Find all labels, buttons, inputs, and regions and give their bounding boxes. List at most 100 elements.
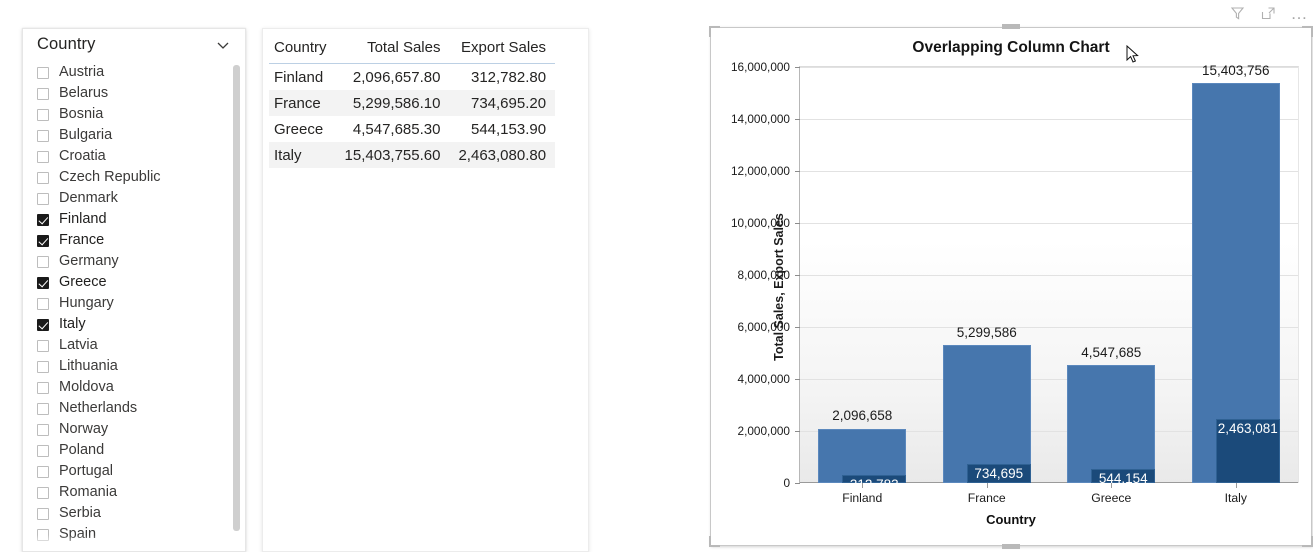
checkbox-checked-icon[interactable] xyxy=(37,234,49,247)
table-cell: 2,096,657.80 xyxy=(352,68,441,86)
app-root: Country Austria Belarus Bosnia Bulgaria Croa… xyxy=(0,0,1313,552)
y-axis-tick-label: 0 xyxy=(783,476,790,490)
checkbox-icon[interactable] xyxy=(37,339,49,352)
filter-funnel-icon[interactable] xyxy=(1229,5,1246,22)
more-options-icon[interactable]: … xyxy=(1291,5,1310,22)
table-cell: 544,153.90 xyxy=(470,120,547,138)
checkbox-icon[interactable] xyxy=(37,528,49,541)
slicer-item[interactable]: Austria xyxy=(37,62,245,83)
slicer-item[interactable]: Germany xyxy=(37,251,245,272)
table-cell: 312,782.80 xyxy=(470,68,547,86)
slicer-item[interactable]: Romania xyxy=(37,482,245,503)
checkbox-icon[interactable] xyxy=(37,423,49,436)
slicer-item[interactable]: Spain xyxy=(37,524,245,545)
visual-header-icons[interactable]: … xyxy=(1229,5,1310,22)
slicer-item[interactable]: Denmark xyxy=(37,188,245,209)
table-cell: France xyxy=(274,94,321,112)
table-cell: 4,547,685.30 xyxy=(352,120,441,138)
resize-handle-top[interactable] xyxy=(1002,24,1020,29)
slicer-item[interactable]: Serbia xyxy=(37,503,245,524)
slicer-item[interactable]: Finland xyxy=(37,209,245,230)
y-tick-mark xyxy=(795,483,800,484)
resize-handle-bottom[interactable] xyxy=(1002,544,1020,549)
checkbox-icon[interactable] xyxy=(37,255,49,268)
x-axis-category-label: France xyxy=(967,491,1006,505)
y-tick-mark xyxy=(795,327,800,328)
slicer-item[interactable]: Moldova xyxy=(37,377,245,398)
slicer-item[interactable]: Italy xyxy=(37,314,245,335)
slicer-item[interactable]: Greece xyxy=(37,272,245,293)
table-column-header[interactable]: Country xyxy=(269,37,336,64)
x-axis-category-label: Greece xyxy=(1091,491,1132,505)
table-column-header[interactable]: Export Sales xyxy=(449,37,556,64)
x-axis-title: Country xyxy=(986,512,1036,527)
x-axis-category-label: Finland xyxy=(842,491,883,505)
checkbox-icon[interactable] xyxy=(37,171,49,184)
sales-table-visual[interactable]: Country Total Sales Export Sales Finland 2,… xyxy=(262,28,589,552)
slicer-item-label: Italy xyxy=(59,316,86,332)
slicer-scrollbar-thumb[interactable] xyxy=(233,65,240,531)
checkbox-icon[interactable] xyxy=(37,360,49,373)
checkbox-icon[interactable] xyxy=(37,129,49,142)
slicer-item[interactable]: Portugal xyxy=(37,461,245,482)
slicer-item[interactable]: Lithuania xyxy=(37,356,245,377)
checkbox-icon[interactable] xyxy=(37,87,49,100)
chevron-down-icon[interactable] xyxy=(215,37,231,53)
checkbox-icon[interactable] xyxy=(37,486,49,499)
checkbox-checked-icon[interactable] xyxy=(37,213,49,226)
column-chart-visual[interactable]: Overlapping Column Chart 0 2,000,000 4,000… xyxy=(709,24,1313,549)
slicer-item[interactable]: France xyxy=(37,230,245,251)
y-axis-tick-label: 14,000,000 xyxy=(730,112,790,126)
slicer-item-label: Germany xyxy=(59,253,119,269)
resize-handle-bottom-left[interactable] xyxy=(709,536,720,547)
checkbox-icon[interactable] xyxy=(37,444,49,457)
slicer-item[interactable]: Sweden xyxy=(37,545,245,551)
slicer-item[interactable]: Latvia xyxy=(37,335,245,356)
checkbox-icon[interactable] xyxy=(37,465,49,478)
table-row[interactable]: Greece 4,547,685.30 544,153.90 xyxy=(269,116,555,142)
slicer-item-label: Austria xyxy=(59,64,105,80)
x-tick-mark xyxy=(1235,483,1237,488)
checkbox-icon[interactable] xyxy=(37,150,49,163)
table-cell: 2,463,080.80 xyxy=(458,146,547,164)
checkbox-icon[interactable] xyxy=(37,507,49,520)
checkbox-checked-icon[interactable] xyxy=(37,276,49,289)
focus-mode-icon[interactable] xyxy=(1260,5,1277,22)
table-row[interactable]: France 5,299,586.10 734,695.20 xyxy=(269,90,556,116)
slicer-item[interactable]: Bosnia xyxy=(37,104,245,125)
checkbox-icon[interactable] xyxy=(37,402,49,415)
checkbox-icon[interactable] xyxy=(37,66,49,79)
slicer-item[interactable]: Czech Republic xyxy=(37,167,245,188)
slicer-item[interactable]: Croatia xyxy=(37,146,245,167)
slicer-scrollbar[interactable] xyxy=(233,65,240,537)
slicer-item[interactable]: Hungary xyxy=(37,293,245,314)
slicer-item-label: Bosnia xyxy=(59,106,104,122)
slicer-item[interactable]: Bulgaria xyxy=(37,125,245,146)
resize-handle-top-left[interactable] xyxy=(709,26,720,37)
bar-total-sales[interactable] xyxy=(1067,364,1156,483)
bar-total-sales[interactable] xyxy=(942,345,1031,483)
x-tick-mark xyxy=(986,483,988,488)
checkbox-icon[interactable] xyxy=(37,108,49,121)
slicer-item-label: Czech Republic xyxy=(59,169,161,185)
resize-handle-bottom-right[interactable] xyxy=(1302,536,1313,547)
slicer-item[interactable]: Belarus xyxy=(37,83,245,104)
y-axis-tick-label: 2,000,000 xyxy=(737,424,790,438)
slicer-item-label: Finland xyxy=(59,211,107,227)
chart-plot-area: 0 2,000,000 4,000,000 6,000,000 8,000,000 10,… xyxy=(731,60,1299,505)
table-row[interactable]: Italy 15,403,755.60 2,463,080.80 xyxy=(269,142,556,168)
slicer-item[interactable]: Norway xyxy=(37,419,245,440)
country-slicer[interactable]: Country Austria Belarus Bosnia Bulgaria Croa… xyxy=(22,28,246,552)
checkbox-icon[interactable] xyxy=(37,297,49,310)
checkbox-checked-icon[interactable] xyxy=(37,318,49,331)
checkbox-icon[interactable] xyxy=(37,192,49,205)
slicer-item[interactable]: Poland xyxy=(37,440,245,461)
resize-handle-top-right[interactable] xyxy=(1302,26,1313,37)
slicer-item-label: Spain xyxy=(59,526,97,542)
slicer-item-list[interactable]: Austria Belarus Bosnia Bulgaria Croatia Czech… xyxy=(23,60,245,551)
checkbox-icon[interactable] xyxy=(37,381,49,394)
slicer-title: Country xyxy=(37,35,96,53)
slicer-item[interactable]: Netherlands xyxy=(37,398,245,419)
table-column-header[interactable]: Total Sales xyxy=(335,37,450,64)
table-row[interactable]: Finland 2,096,657.80 312,782.80 xyxy=(269,64,555,91)
